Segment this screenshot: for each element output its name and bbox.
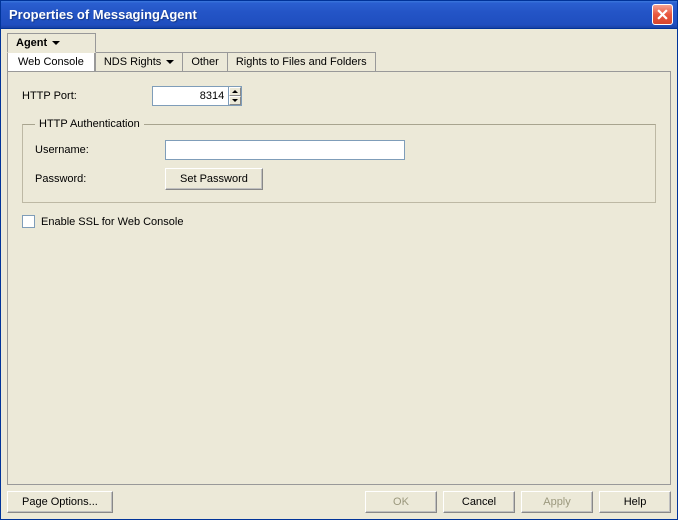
http-auth-group: HTTP Authentication Username: Password: … bbox=[22, 118, 656, 203]
title-bar[interactable]: Properties of MessagingAgent bbox=[1, 1, 677, 29]
close-icon bbox=[657, 9, 668, 20]
http-auth-legend: HTTP Authentication bbox=[35, 118, 144, 130]
tab-rights-files[interactable]: Rights to Files and Folders bbox=[227, 52, 376, 72]
username-input[interactable] bbox=[165, 140, 405, 160]
spin-down-button[interactable] bbox=[229, 96, 241, 105]
content-spacer bbox=[22, 228, 656, 474]
chevron-down-icon bbox=[166, 60, 174, 64]
enable-ssl-label[interactable]: Enable SSL for Web Console bbox=[41, 216, 183, 228]
tab-agent-label: Agent bbox=[16, 37, 47, 49]
tab-agent[interactable]: Agent bbox=[7, 33, 96, 53]
arrow-down-icon bbox=[232, 99, 238, 102]
tab-rights-label: Rights to Files and Folders bbox=[236, 56, 367, 68]
ok-button: OK bbox=[365, 491, 437, 513]
spinner-buttons bbox=[228, 87, 241, 105]
http-port-spinner bbox=[152, 86, 242, 106]
password-row: Password: Set Password bbox=[35, 168, 643, 190]
client-area: Agent Web Console NDS Rights Other Right… bbox=[1, 29, 677, 519]
password-label: Password: bbox=[35, 173, 165, 185]
close-button[interactable] bbox=[652, 4, 673, 25]
subtab-label: Web Console bbox=[18, 56, 84, 68]
arrow-up-icon bbox=[232, 90, 238, 93]
enable-ssl-row: Enable SSL for Web Console bbox=[22, 215, 656, 228]
tab-strip: Agent Web Console NDS Rights Other Right… bbox=[7, 33, 671, 72]
http-port-input[interactable] bbox=[153, 87, 228, 105]
subtab-web-console[interactable]: Web Console bbox=[7, 53, 95, 72]
set-password-button[interactable]: Set Password bbox=[165, 168, 263, 190]
cancel-button[interactable]: Cancel bbox=[443, 491, 515, 513]
username-row: Username: bbox=[35, 140, 643, 160]
apply-button: Apply bbox=[521, 491, 593, 513]
http-port-label: HTTP Port: bbox=[22, 90, 152, 102]
help-button[interactable]: Help bbox=[599, 491, 671, 513]
username-label: Username: bbox=[35, 144, 165, 156]
enable-ssl-checkbox[interactable] bbox=[22, 215, 35, 228]
window-frame: Properties of MessagingAgent Agent Web C… bbox=[0, 0, 678, 520]
window-title: Properties of MessagingAgent bbox=[9, 7, 652, 22]
dialog-footer: Page Options... OK Cancel Apply Help bbox=[7, 485, 671, 513]
chevron-down-icon bbox=[52, 41, 60, 45]
tab-nds-label: NDS Rights bbox=[104, 56, 161, 68]
page-options-button[interactable]: Page Options... bbox=[7, 491, 113, 513]
tab-other[interactable]: Other bbox=[182, 52, 228, 72]
http-port-row: HTTP Port: bbox=[22, 86, 656, 106]
spin-up-button[interactable] bbox=[229, 87, 241, 96]
tab-content: HTTP Port: HTTP Authentication Username:… bbox=[7, 71, 671, 485]
tab-nds-rights[interactable]: NDS Rights bbox=[95, 52, 183, 72]
tab-other-label: Other bbox=[191, 56, 219, 68]
